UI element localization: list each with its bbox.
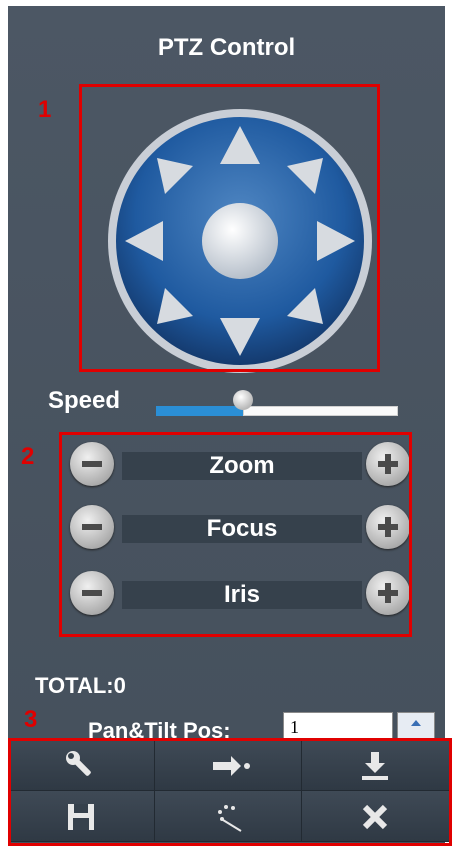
annotation-box-2 xyxy=(59,432,412,637)
speed-slider-track xyxy=(243,406,398,416)
speed-slider[interactable] xyxy=(156,390,398,420)
speed-slider-thumb[interactable] xyxy=(233,390,253,410)
panel-title: PTZ Control xyxy=(157,34,296,61)
annotation-number-3: 3 xyxy=(24,706,38,733)
spin-up-icon[interactable] xyxy=(398,713,434,741)
annotation-number-1: 1 xyxy=(38,96,52,123)
speed-label: Speed xyxy=(48,387,121,414)
annotation-box-3 xyxy=(8,738,452,846)
total-count: TOTAL:0 xyxy=(35,673,126,698)
annotation-box-1 xyxy=(79,84,380,372)
annotation-number-2: 2 xyxy=(21,443,35,470)
speed-slider-fill xyxy=(156,406,243,416)
